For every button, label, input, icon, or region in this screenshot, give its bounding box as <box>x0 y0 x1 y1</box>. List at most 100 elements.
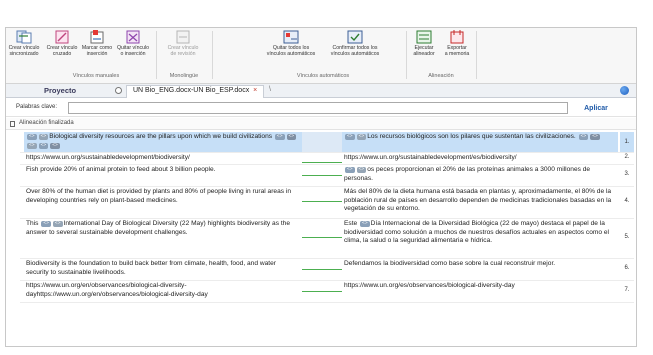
source-segment[interactable]: https://www.un.org/en/observances/biolog… <box>24 281 302 301</box>
tab-separator: \ <box>269 86 271 93</box>
target-segment[interactable]: https://www.un.org/sustainabledevelopmen… <box>342 153 618 163</box>
group-divider <box>406 31 407 79</box>
tag-marker: <> <box>356 134 367 140</box>
button-label-line2: alineador <box>413 51 435 57</box>
tag-marker: <> <box>38 142 49 149</box>
alignment-row[interactable]: <> <> Biological diversity resources are t… <box>6 132 636 152</box>
source-segment[interactable]: <> <> Biological diversity resources are t… <box>24 132 302 152</box>
close-tab-icon[interactable]: × <box>253 87 257 94</box>
button-label-line2: vínculos automáticos <box>266 51 316 57</box>
tab-radio-icon <box>115 87 122 94</box>
link-area <box>302 132 342 152</box>
group-label-auto-links: Vínculos automáticos <box>296 73 350 79</box>
tab-document-label: UN Bio_ENG.docx-UN Bio_ESP.docx <box>133 87 250 94</box>
aligner-icon <box>416 30 432 44</box>
tag-marker: <> <box>274 134 285 140</box>
export-memory-icon <box>449 30 465 44</box>
group-label-manual-links: Vínculos manuales <box>72 73 120 79</box>
target-segment[interactable]: Este <> Día Internacional de la Diversida… <box>342 219 618 257</box>
target-segment[interactable]: Defendamos la biodiversidad como base so… <box>342 259 618 279</box>
group-divider <box>212 31 213 79</box>
tag-marker: <> <box>345 134 355 140</box>
source-segment[interactable]: Biodiversity is the foundation to build … <box>24 259 302 279</box>
alignment-row[interactable]: Fish provide 20% of animal protein to fe… <box>6 164 636 185</box>
create-cross-link-button[interactable]: Crear vínculo cruzado <box>44 30 80 57</box>
target-text: os peces proporcionan el 20% de las prot… <box>344 166 591 182</box>
status-text: Alineación finalizada <box>19 120 74 126</box>
target-segment[interactable]: <> <> Los recursos biológicos son los pila… <box>342 132 618 152</box>
button-label-line2: cruzado <box>52 51 72 57</box>
keywords-filter-bar: Palabras clave: Aplicar <box>6 99 636 117</box>
project-panel-label[interactable]: Proyecto <box>44 86 76 95</box>
apply-button[interactable]: Aplicar <box>576 102 616 114</box>
source-text-prefix: This <box>26 220 39 227</box>
remove-all-auto-links-button[interactable]: Quitar todos los vínculos automáticos <box>262 30 320 57</box>
alignment-row[interactable]: https://www.un.org/en/observances/biolog… <box>6 280 636 301</box>
tag-marker: <> <box>356 167 367 173</box>
create-revision-link-button[interactable]: Crear vínculo de revisión <box>159 30 207 57</box>
target-segment[interactable]: Más del 80% de la dieta humana está basa… <box>342 187 618 217</box>
alignment-row[interactable]: Over 80% of the human diet is provided b… <box>6 186 636 217</box>
link-line <box>302 237 342 238</box>
tag-marker: <> <box>52 221 63 227</box>
remove-link-button[interactable]: Quitar vínculo o inserción <box>114 30 152 57</box>
source-text: Biological diversity resources are the p… <box>49 133 273 140</box>
export-to-memory-button[interactable]: Exportar a memoria <box>442 30 472 57</box>
revision-link-icon <box>175 30 191 44</box>
target-text: Los recursos biológicos son los pilares … <box>367 133 576 140</box>
group-label-alignment: Alineación <box>428 73 454 79</box>
keywords-input[interactable] <box>68 102 568 114</box>
group-divider <box>476 31 477 79</box>
alignment-row[interactable]: This <> <> International Day of Biological… <box>6 218 636 257</box>
tag-marker: <> <box>27 134 37 140</box>
run-aligner-button[interactable]: Ejecutar alineador <box>410 30 438 57</box>
group-divider <box>156 31 157 79</box>
source-segment[interactable]: Over 80% of the human diet is provided b… <box>24 187 302 217</box>
cross-link-icon <box>54 30 70 44</box>
tag-marker: <> <box>27 142 37 149</box>
source-text: International Day of Biological Diversit… <box>26 220 291 236</box>
row-number: 6. <box>624 265 630 271</box>
alignment-row[interactable]: Biodiversity is the foundation to build … <box>6 258 636 279</box>
source-segment[interactable]: This <> <> International Day of Biological… <box>24 219 302 257</box>
tag-marker: <> <box>590 134 600 140</box>
remove-auto-links-icon <box>283 30 299 44</box>
alignment-row[interactable]: https://www.un.org/sustainabledevelopmen… <box>6 152 636 163</box>
group-label-monolingual: Monolingüe <box>169 73 199 79</box>
insertion-icon <box>89 30 105 44</box>
row-divider <box>20 302 634 303</box>
target-segment[interactable]: <> <> os peces proporcionan el 20% de las … <box>342 165 618 185</box>
status-bar: Alineación finalizada <box>6 118 636 130</box>
status-checkbox-icon <box>10 121 15 127</box>
tag-marker: <> <box>286 134 297 140</box>
link-line <box>302 175 342 176</box>
row-number: 5. <box>624 234 630 240</box>
globe-icon[interactable] <box>620 86 629 95</box>
button-label-line2: de revisión <box>170 51 196 57</box>
row-number: 7. <box>624 287 630 293</box>
tag-marker: <> <box>578 134 589 140</box>
source-segment[interactable]: https://www.un.org/sustainabledevelopmen… <box>24 153 302 163</box>
confirm-all-auto-links-button[interactable]: Confirmar todos los vínculos automáticos <box>324 30 386 57</box>
target-text: Día Internacional de la Diversidad Bioló… <box>344 220 609 245</box>
mark-insertion-button[interactable]: Marcar como inserción <box>81 30 113 57</box>
link-line <box>302 291 342 292</box>
button-label-line2: a memoria <box>444 51 470 57</box>
tab-document-pair[interactable]: UN Bio_ENG.docx-UN Bio_ESP.docx × <box>126 85 265 98</box>
keywords-label: Palabras clave: <box>16 104 58 110</box>
target-segment[interactable]: https://www.un.org/es/observances/biolog… <box>342 281 618 301</box>
tag-marker: <> <box>38 134 49 140</box>
tag-marker: <> <box>41 221 51 227</box>
sync-link-icon <box>16 30 32 44</box>
remove-link-icon <box>125 30 141 44</box>
source-segment[interactable]: Fish provide 20% of animal protein to fe… <box>24 165 302 185</box>
row-number: 1. <box>620 132 634 152</box>
button-label-line2: inserción <box>86 51 108 57</box>
row-number: 4. <box>624 198 630 204</box>
tag-marker: <> <box>50 142 60 149</box>
create-sync-link-button[interactable]: Crear vínculo sincronizado <box>6 30 42 57</box>
tag-marker: <> <box>360 221 370 227</box>
confirm-auto-links-icon <box>347 30 363 44</box>
ribbon-toolbar: Crear vínculo sincronizado Crear vínculo… <box>6 28 636 84</box>
alignment-editor-window: Crear vínculo sincronizado Crear vínculo… <box>5 27 637 347</box>
